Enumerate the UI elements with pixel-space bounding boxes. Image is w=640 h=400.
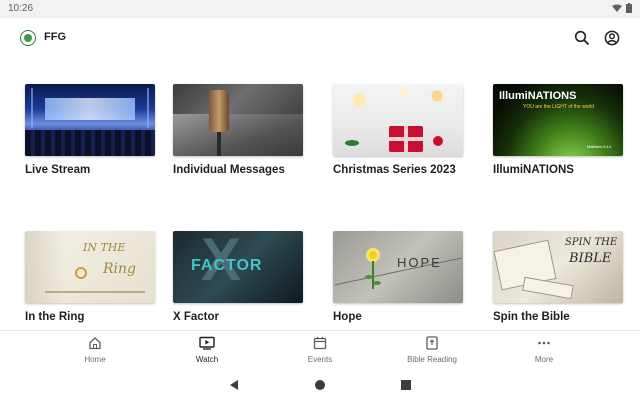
hope-thumbnail: HOPE <box>333 231 463 303</box>
bottom-nav: Home Watch Events Bible Reading More <box>0 330 640 370</box>
illuminations-thumbnail: IllumiNATIONS YOU are the LIGHT of the w… <box>493 84 623 156</box>
card-label: Hope <box>333 311 362 323</box>
nav-bible-reading[interactable]: Bible Reading <box>392 335 472 364</box>
card-in-the-ring[interactable]: IN THE Ring In the Ring <box>25 231 155 323</box>
spin-the-bible-thumbnail: SPIN THE BIBLE <box>493 231 623 303</box>
card-x-factor[interactable]: X FACTOR X Factor <box>173 231 303 323</box>
nav-label: Watch <box>195 355 219 364</box>
card-label: In the Ring <box>25 311 85 323</box>
nav-watch[interactable]: Watch <box>167 335 247 364</box>
circle-home-icon <box>315 380 325 390</box>
nav-events[interactable]: Events <box>280 335 360 364</box>
status-icons <box>612 3 632 13</box>
live-stream-thumbnail <box>25 84 155 156</box>
home-system-button[interactable] <box>314 378 326 396</box>
illuminations-thumb-title: IllumiNATIONS <box>499 90 577 102</box>
card-spin-the-bible[interactable]: SPIN THE BIBLE Spin the Bible <box>493 231 623 323</box>
individual-messages-thumbnail <box>173 84 303 156</box>
more-icon <box>538 341 550 345</box>
battery-icon <box>626 3 632 13</box>
card-label: IllumiNATIONS <box>493 164 574 176</box>
back-icon <box>230 380 238 390</box>
card-label: Spin the Bible <box>493 311 570 323</box>
account-icon <box>604 30 620 46</box>
nav-label: Events <box>307 355 333 364</box>
home-icon <box>89 337 101 350</box>
square-recents-icon <box>401 380 411 390</box>
illuminations-thumb-verse: Matthew 5:14 <box>587 144 612 149</box>
card-label: Christmas Series 2023 <box>333 164 456 176</box>
nav-label: Home <box>84 355 106 364</box>
x-factor-thumbnail: X FACTOR <box>173 231 303 303</box>
nav-label: Bible Reading <box>407 355 457 364</box>
hope-thumb-title: HOPE <box>397 255 442 270</box>
card-individual-messages[interactable]: Individual Messages <box>173 84 303 176</box>
card-live-stream[interactable]: Live Stream <box>25 84 155 176</box>
card-label: Individual Messages <box>173 164 285 176</box>
in-the-ring-thumb-title-2: Ring <box>103 261 136 277</box>
card-christmas-series[interactable]: Christmas Series 2023 <box>333 84 463 176</box>
search-button[interactable] <box>572 28 592 48</box>
x-factor-thumb-title: FACTOR <box>191 257 263 274</box>
in-the-ring-thumbnail: IN THE Ring <box>25 231 155 303</box>
back-button[interactable] <box>228 378 240 396</box>
bible-icon <box>426 336 438 350</box>
illuminations-thumb-subtitle: YOU are the LIGHT of the world <box>523 104 595 110</box>
system-nav-bar <box>0 370 640 400</box>
spin-the-bible-thumb-title-2: BIBLE <box>569 251 612 266</box>
calendar-icon <box>313 337 327 350</box>
christmas-series-thumbnail <box>333 84 463 156</box>
app-bar: FFG <box>0 18 640 58</box>
recents-button[interactable] <box>400 378 412 396</box>
app-title: FFG <box>44 31 66 43</box>
nav-more[interactable]: More <box>504 335 584 364</box>
status-bar: 10:26 <box>0 0 640 18</box>
wifi-icon <box>612 4 622 12</box>
search-icon <box>574 30 590 46</box>
in-the-ring-thumb-title-1: IN THE <box>83 241 126 254</box>
card-label: X Factor <box>173 311 220 323</box>
watch-icon <box>199 336 215 350</box>
nav-home[interactable]: Home <box>55 335 135 364</box>
nav-label: More <box>534 355 554 364</box>
spin-the-bible-thumb-title-1: SPIN THE <box>565 237 618 248</box>
status-time: 10:26 <box>8 3 34 14</box>
card-illuminations[interactable]: IllumiNATIONS YOU are the LIGHT of the w… <box>493 84 623 176</box>
card-hope[interactable]: HOPE Hope <box>333 231 463 323</box>
ffg-logo <box>20 30 36 46</box>
account-button[interactable] <box>602 28 622 48</box>
card-label: Live Stream <box>25 164 91 176</box>
